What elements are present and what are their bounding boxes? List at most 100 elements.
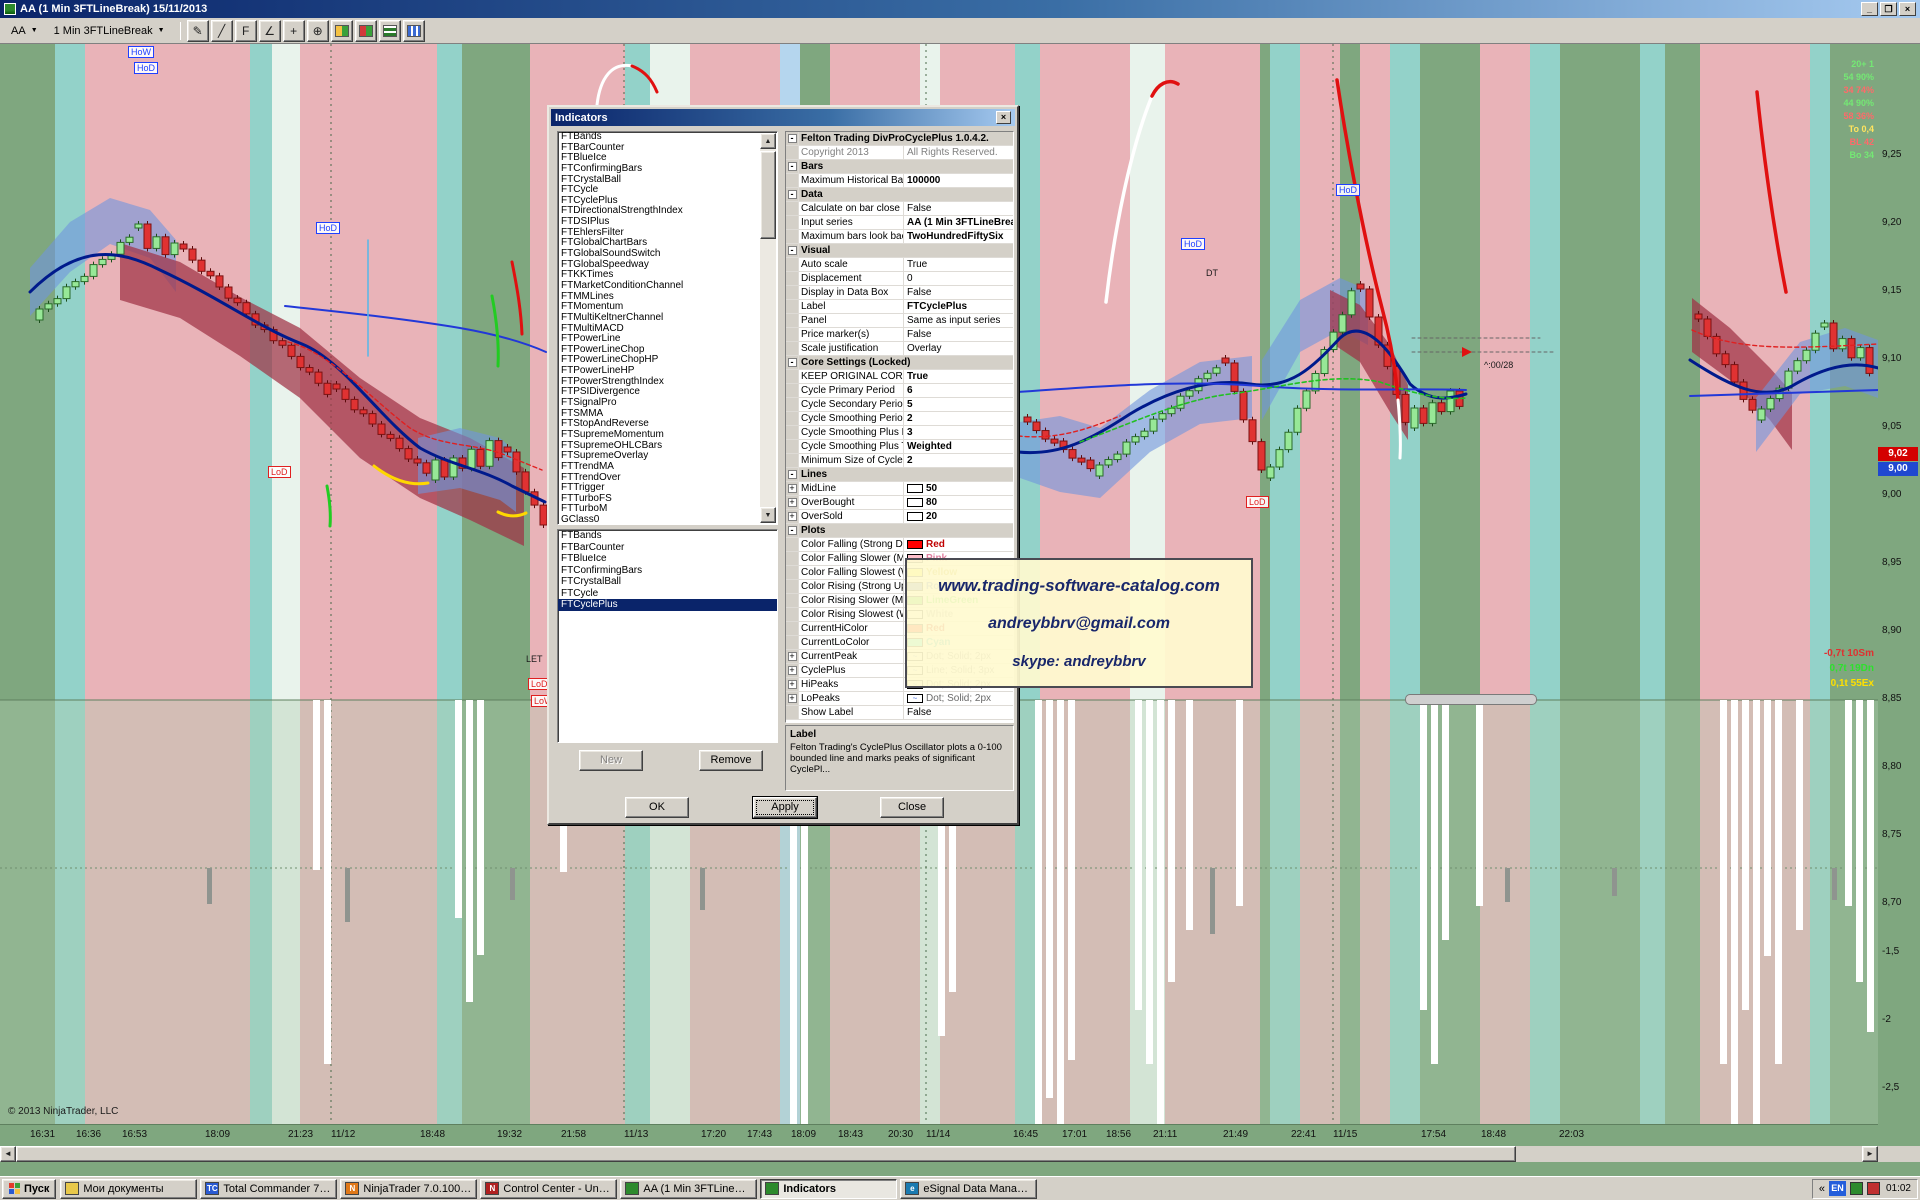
selected-indicator-item[interactable]: FTCrystalBall <box>558 576 777 588</box>
selected-indicator-item[interactable]: FTConfirmingBars <box>558 565 777 577</box>
scrollbar-thumb[interactable] <box>760 151 776 239</box>
tray-chevron-icon[interactable]: « <box>1819 1183 1825 1195</box>
data-grid-icon[interactable] <box>379 20 401 42</box>
taskbar-button[interactable]: AA (1 Min 3FTLineBreak) ... <box>620 1179 757 1199</box>
taskbar-button[interactable]: eeSignal Data Manager <box>900 1179 1037 1199</box>
property-value[interactable]: 6 <box>904 384 1013 397</box>
property-value[interactable]: 5 <box>904 398 1013 411</box>
new-button[interactable]: New <box>579 750 643 771</box>
property-value[interactable]: 2 <box>904 454 1013 467</box>
available-indicators-list[interactable]: FTBandsFTBarCounterFTBlueIceFTConfirming… <box>557 131 778 525</box>
property-value[interactable]: Weighted <box>904 440 1013 453</box>
selected-indicator-item[interactable]: FTCyclePlus <box>558 599 777 611</box>
property-value[interactable]: Same as input series <box>904 314 1013 327</box>
collapse-icon[interactable]: - <box>788 358 797 367</box>
chart-style-icon-1[interactable] <box>331 20 353 42</box>
scroll-left-icon[interactable]: ◄ <box>0 1146 16 1162</box>
taskbar-button[interactable]: TCTotal Commander 7.50 p... <box>200 1179 337 1199</box>
indicator-list-item[interactable]: FTConfirmingBars <box>558 164 777 175</box>
window-titlebar[interactable]: AA (1 Min 3FTLineBreak) 15/11/2013 _ ❐ × <box>0 0 1920 18</box>
dialog-close-icon[interactable]: × <box>996 111 1011 124</box>
property-value[interactable]: 80 <box>904 496 1013 509</box>
taskbar-button[interactable]: Мои документы <box>60 1179 197 1199</box>
close-button[interactable]: × <box>1899 2 1916 16</box>
instrument-selector[interactable]: AA ▼ <box>5 22 44 40</box>
expand-icon[interactable]: + <box>788 680 797 689</box>
remove-button[interactable]: Remove <box>699 750 763 771</box>
property-value[interactable]: Red <box>904 538 1013 551</box>
expand-icon[interactable]: + <box>788 512 797 521</box>
collapse-icon[interactable]: - <box>788 162 797 171</box>
indicator-list-item[interactable]: GClass0 <box>558 515 777 525</box>
property-value[interactable]: True <box>904 258 1013 271</box>
expand-icon[interactable]: + <box>788 498 797 507</box>
property-value[interactable]: 100000 <box>904 174 1013 187</box>
taskbar-button[interactable]: NNinjaTrader 7.0.1000.14... <box>340 1179 477 1199</box>
property-value[interactable]: False <box>904 286 1013 299</box>
line-tool-icon[interactable]: ╱ <box>211 20 233 42</box>
ok-button[interactable]: OK <box>625 797 689 818</box>
indicator-list-item[interactable]: FTMarketConditionChannel <box>558 281 777 292</box>
scroll-up-icon[interactable]: ▲ <box>760 133 776 149</box>
property-value[interactable]: 0 <box>904 272 1013 285</box>
property-value[interactable]: True <box>904 370 1013 383</box>
expand-icon[interactable]: + <box>788 652 797 661</box>
maximize-button[interactable]: ❐ <box>1880 2 1897 16</box>
property-value[interactable]: AA (1 Min 3FTLineBreak) <box>904 216 1013 229</box>
property-value[interactable]: Overlay <box>904 342 1013 355</box>
horizontal-scrollbar[interactable]: ◄ ► <box>0 1146 1920 1162</box>
collapse-icon[interactable]: - <box>788 134 797 143</box>
scroll-down-icon[interactable]: ▼ <box>760 507 776 523</box>
expand-icon[interactable]: + <box>788 694 797 703</box>
property-value[interactable]: 50 <box>904 482 1013 495</box>
property-value[interactable]: False <box>904 706 1013 719</box>
panel-grid-icon[interactable] <box>403 20 425 42</box>
indicator-list-item[interactable]: FTSupremeMomentum <box>558 430 777 441</box>
language-indicator[interactable]: EN <box>1829 1181 1846 1196</box>
selected-indicator-item[interactable]: FTBarCounter <box>558 542 777 554</box>
time-axis[interactable]: 16:3116:3616:5318:0921:2311/1218:4819:32… <box>0 1124 1878 1146</box>
selected-indicators-list[interactable]: FTBandsFTBarCounterFTBlueIceFTConfirming… <box>557 529 778 743</box>
collapse-icon[interactable]: - <box>788 526 797 535</box>
property-value[interactable]: 3 <box>904 426 1013 439</box>
close-dialog-button[interactable]: Close <box>880 797 944 818</box>
property-value[interactable]: False <box>904 328 1013 341</box>
dialog-titlebar[interactable]: Indicators × <box>551 109 1015 126</box>
tray-app-icon[interactable] <box>1867 1182 1880 1195</box>
tray-chart-icon[interactable] <box>1850 1182 1863 1195</box>
property-value[interactable]: 2 <box>904 412 1013 425</box>
system-tray[interactable]: « EN 01:02 <box>1812 1179 1918 1199</box>
collapse-icon[interactable]: - <box>788 190 797 199</box>
property-value[interactable]: False <box>904 202 1013 215</box>
chart-style-icon-2[interactable] <box>355 20 377 42</box>
interval-selector[interactable]: 1 Min 3FTLineBreak ▼ <box>48 22 171 40</box>
expand-icon[interactable]: + <box>788 484 797 493</box>
property-value[interactable]: FTCyclePlus <box>904 300 1013 313</box>
selected-indicator-item[interactable]: FTCycle <box>558 588 777 600</box>
taskbar-button[interactable]: Indicators <box>760 1179 897 1199</box>
minimize-button[interactable]: _ <box>1861 2 1878 16</box>
property-value[interactable]: 20 <box>904 510 1013 523</box>
apply-button[interactable]: Apply <box>753 797 817 818</box>
property-value[interactable]: TwoHundredFiftySix <box>904 230 1013 243</box>
fibonacci-icon[interactable]: F <box>235 20 257 42</box>
indicator-list-item[interactable]: FTTrendMA <box>558 462 777 473</box>
indicator-list-item[interactable]: FTMultiKeltnerChannel <box>558 313 777 324</box>
start-button[interactable]: Пуск <box>2 1179 56 1199</box>
pencil-icon[interactable]: ✎ <box>187 20 209 42</box>
expand-icon[interactable]: + <box>788 666 797 675</box>
price-axis[interactable]: 9,259,209,159,109,059,008,958,908,858,80… <box>1878 44 1920 1162</box>
selected-indicator-item[interactable]: FTBands <box>558 530 777 542</box>
ruler-icon[interactable]: ∠ <box>259 20 281 42</box>
property-value[interactable]: All Rights Reserved. <box>904 146 1013 159</box>
scroll-right-icon[interactable]: ► <box>1862 1146 1878 1162</box>
list-scrollbar[interactable]: ▲▼ <box>760 133 776 523</box>
taskbar-button[interactable]: NControl Center - Untitled1 <box>480 1179 617 1199</box>
property-value[interactable]: ~Dot; Solid; 2px <box>904 692 1013 705</box>
zoom-icon[interactable]: ⊕ <box>307 20 329 42</box>
scrollbar-thumb[interactable] <box>16 1146 1516 1162</box>
crosshair-icon[interactable]: + <box>283 20 305 42</box>
collapse-icon[interactable]: - <box>788 470 797 479</box>
selected-indicator-item[interactable]: FTBlueIce <box>558 553 777 565</box>
collapse-icon[interactable]: - <box>788 246 797 255</box>
